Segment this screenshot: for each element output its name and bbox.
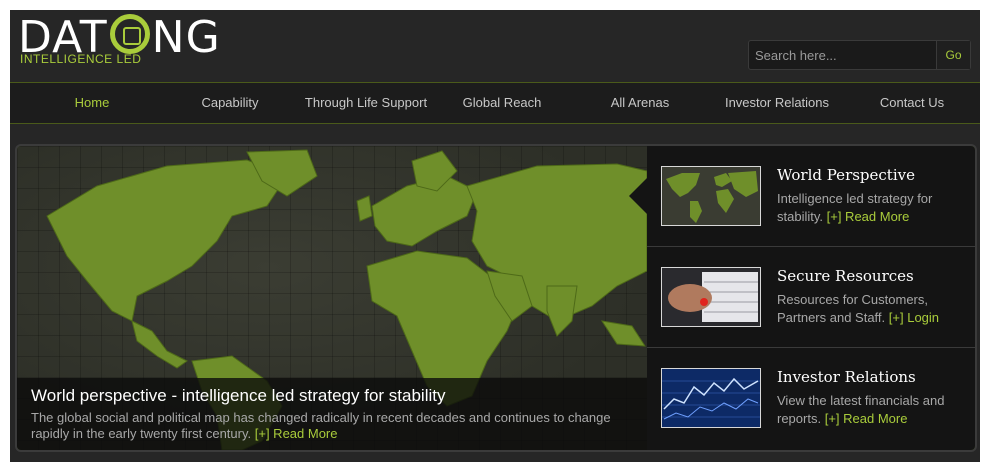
nav-item-capability[interactable]: Capability: [170, 83, 290, 123]
nav-item-investor-relations[interactable]: Investor Relations: [710, 83, 844, 123]
nav-item-through-life-support[interactable]: Through Life Support: [294, 83, 438, 123]
world-map-thumbnail-icon[interactable]: [661, 166, 761, 226]
active-panel-pointer: [629, 178, 647, 214]
panel-description: Intelligence led strategy for stability.…: [777, 190, 967, 226]
search-input[interactable]: [749, 41, 935, 69]
panel-world-perspective[interactable]: World Perspective Intelligence led strat…: [647, 146, 975, 247]
main-nav: Home Capability Through Life Support Glo…: [10, 82, 980, 124]
nav-item-global-reach[interactable]: Global Reach: [442, 83, 562, 123]
nav-item-all-arenas[interactable]: All Arenas: [580, 83, 700, 123]
panel-title: Secure Resources: [777, 267, 914, 285]
datong-logo[interactable]: DAT NG INTELLIGENCE LED: [18, 12, 278, 72]
search-go-button[interactable]: Go: [936, 41, 970, 69]
logo-tagline: INTELLIGENCE LED: [20, 52, 142, 66]
logo-circuit-icon: [109, 14, 150, 54]
panel-investor-relations[interactable]: Investor Relations View the latest finan…: [647, 348, 975, 448]
panel-title: World Perspective: [777, 166, 915, 184]
hero-description: The global social and political map has …: [31, 410, 631, 442]
panel-description: View the latest financials and reports. …: [777, 392, 967, 428]
panel-description: Resources for Customers, Partners and St…: [777, 291, 967, 327]
panel-login-link[interactable]: [+] Login: [889, 310, 939, 325]
hero-caption: World perspective - intelligence led str…: [17, 378, 647, 450]
financial-chart-thumbnail-icon[interactable]: [661, 368, 761, 428]
panel-secure-resources[interactable]: Secure Resources Resources for Customers…: [647, 247, 975, 348]
page-frame: DATNG INTELLIGENCE LED Go Home Capabilit…: [10, 10, 980, 462]
panel-read-more-link[interactable]: [+] Read More: [825, 411, 908, 426]
panel-read-more-link[interactable]: [+] Read More: [827, 209, 910, 224]
hero-title: World perspective - intelligence led str…: [31, 386, 446, 405]
nav-item-contact-us[interactable]: Contact Us: [862, 83, 962, 123]
feature-panels: World Perspective Intelligence led strat…: [629, 146, 975, 450]
search-box: Go: [748, 40, 971, 70]
hero-banner: World perspective - intelligence led str…: [15, 144, 977, 452]
keyboard-thumbnail-icon[interactable]: [661, 267, 761, 327]
panel-title: Investor Relations: [777, 368, 916, 386]
nav-item-home[interactable]: Home: [32, 83, 152, 123]
hero-read-more-link[interactable]: [+] Read More: [255, 426, 338, 441]
